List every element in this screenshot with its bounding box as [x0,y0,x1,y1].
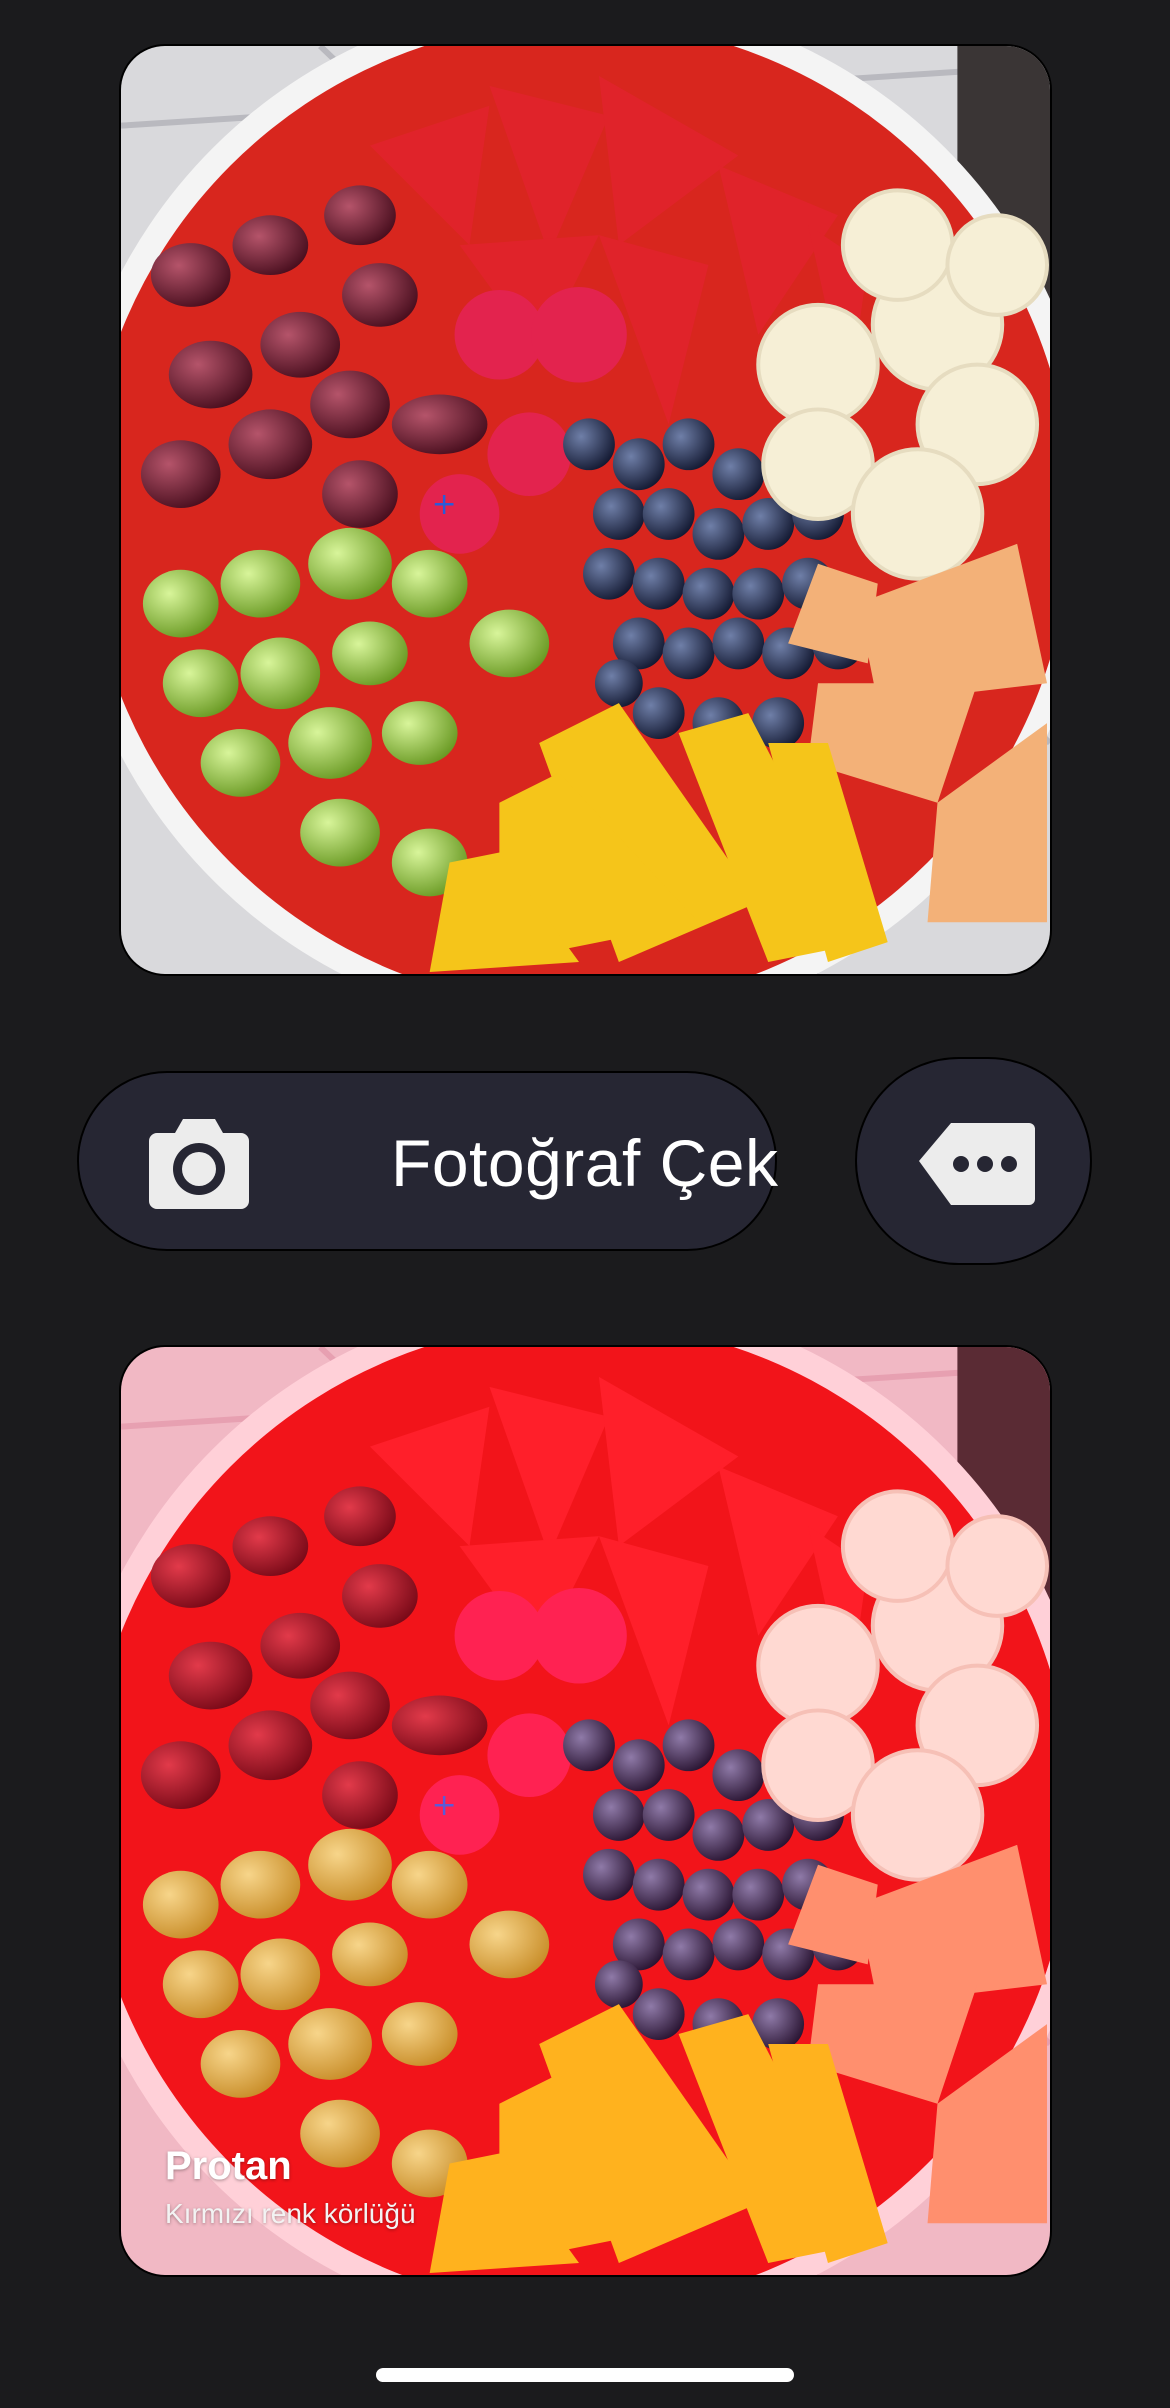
take-photo-label: Fotoğraf Çek [391,1126,779,1200]
filter-name: Protan [165,2144,292,2188]
filter-description: Kırmızı renk körlüğü [165,2198,416,2229]
fruit-bowl-photo-protan-filter: + [121,1347,1050,2275]
more-options-button[interactable] [855,1057,1092,1265]
tag-ellipsis-icon [919,1123,1035,1205]
original-photo-preview: + [119,44,1052,976]
svg-text:+: + [432,1788,457,1823]
filtered-photo-preview: + Protan Kırmızı renk körlüğü [119,1345,1052,2277]
svg-text:+: + [432,487,457,522]
home-indicator[interactable] [376,2368,794,2382]
take-photo-button[interactable]: Fotoğraf Çek [77,1071,779,1251]
camera-icon [149,1119,249,1209]
fruit-bowl-photo: + [121,46,1050,974]
